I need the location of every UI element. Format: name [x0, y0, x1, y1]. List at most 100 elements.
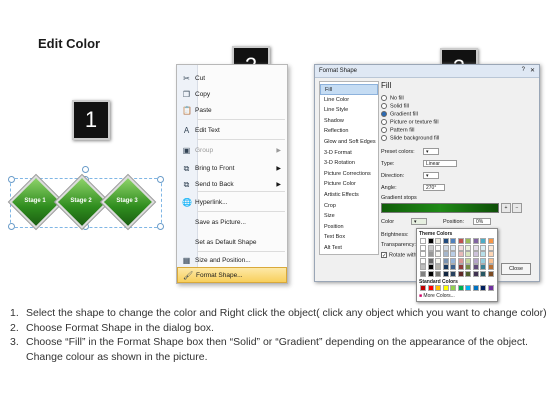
nav-item[interactable]: Reflection: [320, 126, 378, 137]
close-icon[interactable]: ✕: [530, 67, 535, 74]
menu-item[interactable]: ▣ Group ▶: [177, 143, 287, 159]
color-swatch[interactable]: [442, 271, 449, 277]
color-swatch[interactable]: [465, 238, 471, 244]
type-dropdown[interactable]: Linear: [423, 160, 457, 167]
color-swatch[interactable]: [465, 244, 471, 251]
menu-item[interactable]: 🖌 Format Shape...: [177, 267, 287, 283]
nav-item[interactable]: Crop: [320, 201, 378, 212]
color-swatch[interactable]: [427, 244, 434, 251]
color-swatch[interactable]: [457, 264, 464, 271]
nav-item[interactable]: 3-D Format: [320, 148, 378, 159]
color-swatch[interactable]: [435, 271, 441, 277]
color-swatch[interactable]: [427, 285, 434, 291]
add-stop-button[interactable]: +: [501, 203, 511, 213]
color-swatch[interactable]: [472, 264, 479, 271]
color-swatch[interactable]: [435, 251, 441, 258]
color-swatch[interactable]: [450, 285, 456, 291]
resize-handle[interactable]: [8, 176, 15, 183]
color-swatch[interactable]: [465, 285, 471, 291]
color-swatch[interactable]: [450, 251, 456, 258]
color-swatch[interactable]: [480, 285, 486, 291]
color-swatch[interactable]: [450, 271, 456, 277]
color-swatch[interactable]: [487, 285, 494, 291]
color-swatch[interactable]: [442, 238, 449, 244]
nav-item[interactable]: Picture Color: [320, 179, 378, 190]
color-swatch[interactable]: [435, 257, 441, 264]
color-swatch[interactable]: [465, 264, 471, 271]
color-swatch[interactable]: [450, 244, 456, 251]
resize-handle[interactable]: [157, 176, 164, 183]
color-swatch[interactable]: [427, 251, 434, 258]
remove-stop-button[interactable]: −: [512, 203, 522, 213]
color-swatch[interactable]: [480, 244, 486, 251]
color-swatch[interactable]: [457, 257, 464, 264]
color-swatch[interactable]: [427, 271, 434, 277]
color-swatch[interactable]: [435, 238, 441, 244]
menu-item[interactable]: Set as Default Shape: [177, 235, 287, 251]
color-swatch[interactable]: [420, 271, 426, 277]
nav-item[interactable]: Text Box: [320, 232, 378, 243]
color-swatch[interactable]: [472, 238, 479, 244]
color-swatch[interactable]: [427, 264, 434, 271]
nav-item[interactable]: Fill: [320, 84, 378, 95]
nav-item[interactable]: Position: [320, 222, 378, 233]
nav-item[interactable]: Size: [320, 211, 378, 222]
color-swatch[interactable]: [457, 271, 464, 277]
nav-item[interactable]: Line Color: [320, 95, 378, 106]
color-picker-button[interactable]: ▾: [411, 218, 427, 225]
color-swatch[interactable]: [487, 251, 494, 258]
color-swatch[interactable]: [442, 285, 449, 291]
resize-handle[interactable]: [157, 223, 164, 230]
gradient-stops-bar[interactable]: [381, 203, 499, 213]
fill-option-radio[interactable]: No fill: [381, 95, 404, 101]
color-swatch[interactable]: [457, 238, 464, 244]
color-swatch[interactable]: [487, 257, 494, 264]
color-swatch[interactable]: [435, 244, 441, 251]
color-swatch[interactable]: [427, 238, 434, 244]
color-swatch[interactable]: [435, 264, 441, 271]
color-swatch[interactable]: [420, 251, 426, 258]
color-swatch[interactable]: [442, 244, 449, 251]
close-button[interactable]: Close: [501, 263, 531, 275]
position-input[interactable]: 0%: [473, 218, 491, 225]
more-colors-link[interactable]: ■ More Colors...: [419, 293, 455, 299]
menu-item[interactable]: A Edit Text: [177, 123, 287, 139]
color-swatch[interactable]: [465, 271, 471, 277]
color-swatch[interactable]: [427, 257, 434, 264]
color-swatch[interactable]: [435, 285, 441, 291]
color-swatch[interactable]: [442, 264, 449, 271]
fill-option-radio[interactable]: Picture or texture fill: [381, 119, 439, 125]
nav-item[interactable]: Artistic Effects: [320, 190, 378, 201]
nav-item[interactable]: Picture Corrections: [320, 169, 378, 180]
fill-option-radio[interactable]: Slide background fill: [381, 135, 439, 141]
menu-item[interactable]: ⧉ Bring to Front ▶: [177, 161, 287, 177]
color-swatch[interactable]: [480, 238, 486, 244]
color-swatch[interactable]: [465, 257, 471, 264]
color-swatch[interactable]: [465, 251, 471, 258]
nav-item[interactable]: Line Style: [320, 105, 378, 116]
color-swatch[interactable]: [457, 285, 464, 291]
color-swatch[interactable]: [420, 285, 426, 291]
nav-item[interactable]: Glow and Soft Edges: [320, 137, 378, 148]
menu-item[interactable]: 🌐 Hyperlink...: [177, 195, 287, 211]
resize-handle[interactable]: [8, 223, 15, 230]
nav-item[interactable]: Alt Text: [320, 243, 378, 254]
color-swatch[interactable]: [450, 257, 456, 264]
menu-item[interactable]: ❐ Copy: [177, 87, 287, 103]
color-swatch[interactable]: [420, 244, 426, 251]
color-swatch[interactable]: [442, 251, 449, 258]
angle-input[interactable]: 270°: [423, 184, 445, 191]
menu-item[interactable]: 📋 Paste: [177, 103, 287, 119]
color-swatch[interactable]: [472, 285, 479, 291]
fill-option-radio[interactable]: Gradient fill: [381, 111, 418, 117]
color-swatch[interactable]: [487, 264, 494, 271]
color-swatch[interactable]: [457, 251, 464, 258]
direction-dropdown[interactable]: ▾: [423, 172, 439, 179]
color-swatch[interactable]: [420, 264, 426, 271]
color-swatch[interactable]: [442, 257, 449, 264]
color-swatch[interactable]: [487, 238, 494, 244]
color-swatch[interactable]: [472, 251, 479, 258]
color-swatch[interactable]: [487, 271, 494, 277]
color-swatch[interactable]: [420, 257, 426, 264]
color-swatch[interactable]: [472, 244, 479, 251]
